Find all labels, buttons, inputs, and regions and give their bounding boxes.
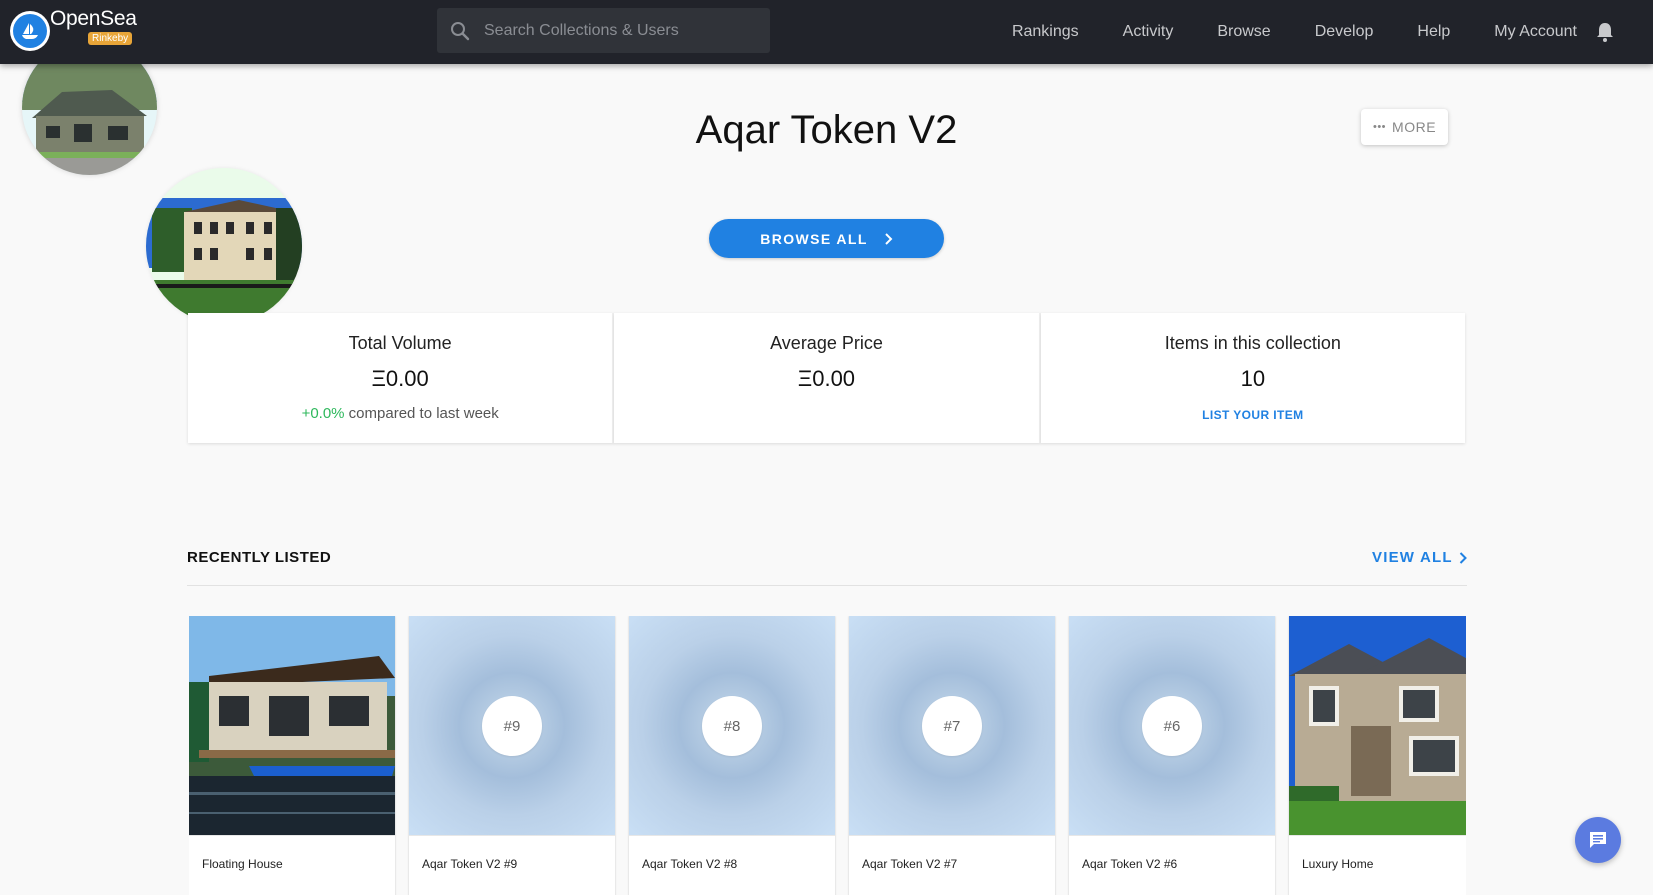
list-your-item-link[interactable]: LIST YOUR ITEM	[1041, 408, 1465, 422]
token-number-badge: #7	[922, 696, 982, 756]
collection-stats: Total Volume Ξ0.00 +0.0% compared to las…	[188, 313, 1465, 443]
stat-value: 10	[1240, 366, 1266, 391]
stat-average-price: Average Price Ξ0.00	[614, 313, 1041, 443]
view-all-link[interactable]: VIEW ALL	[1372, 549, 1467, 566]
network-badge: Rinkeby	[88, 32, 133, 45]
browse-all-label: BROWSE ALL	[760, 230, 868, 247]
section-divider	[187, 585, 1467, 586]
logo[interactable]	[10, 11, 50, 51]
asset-card[interactable]: #8 Aqar Token V2 #8	[629, 616, 835, 895]
recently-listed-cards: Floating House #9 Aqar Token V2 #9 #8 Aq…	[189, 616, 1466, 895]
asset-card[interactable]: Floating House	[189, 616, 395, 895]
recently-listed-heading: RECENTLY LISTED	[187, 549, 332, 566]
stat-label: Average Price	[770, 333, 883, 353]
stat-change-percent: +0.0%	[301, 405, 345, 422]
asset-placeholder-image: #7	[849, 616, 1055, 835]
stat-label: Total Volume	[348, 333, 452, 353]
opensea-logo-icon[interactable]	[10, 11, 50, 51]
more-button-label: MORE	[1392, 119, 1437, 135]
token-number-badge: #6	[1142, 696, 1202, 756]
asset-title: Aqar Token V2 #9	[409, 835, 615, 871]
asset-title: Aqar Token V2 #7	[849, 835, 1055, 871]
asset-placeholder-image: #6	[1069, 616, 1275, 835]
stat-label: Items in this collection	[1164, 333, 1341, 353]
search-bar[interactable]	[437, 8, 770, 53]
more-button[interactable]: ••• MORE	[1361, 109, 1448, 145]
more-dots-icon: •••	[1372, 121, 1387, 133]
view-all-label: VIEW ALL	[1372, 549, 1453, 566]
search-input[interactable]	[484, 21, 744, 40]
stat-value: Ξ0.00	[797, 366, 856, 391]
featured-property-image-2	[146, 168, 302, 324]
stat-total-volume: Total Volume Ξ0.00 +0.0% compared to las…	[188, 313, 615, 443]
asset-placeholder-image: #9	[409, 616, 615, 835]
asset-title: Floating House	[189, 835, 395, 871]
token-number-badge: #9	[482, 696, 542, 756]
nav-link-my-account[interactable]: My Account	[1494, 23, 1577, 41]
chevron-right-icon	[1459, 551, 1467, 564]
nav-links: Rankings Activity Browse Develop Help My…	[968, 0, 1653, 64]
stat-change-text: compared to last week	[344, 405, 499, 422]
brand-name[interactable]: OpenSea	[50, 7, 137, 31]
asset-title: Aqar Token V2 #8	[629, 835, 835, 871]
chat-support-button[interactable]	[1575, 817, 1621, 863]
luxury-house-photo	[1289, 616, 1466, 835]
stat-items-count: Items in this collection 10 LIST YOUR IT…	[1040, 313, 1465, 443]
token-number-badge: #8	[702, 696, 762, 756]
top-navbar: OpenSea Rinkeby Rankings Activity Browse…	[0, 0, 1653, 64]
chat-icon	[1590, 832, 1606, 848]
search-icon	[451, 21, 470, 40]
nav-link-activity[interactable]: Activity	[1123, 23, 1174, 41]
nav-link-rankings[interactable]: Rankings	[1012, 23, 1079, 41]
asset-title: Aqar Token V2 #6	[1069, 835, 1275, 871]
chevron-right-icon	[885, 232, 893, 245]
asset-card[interactable]: #6 Aqar Token V2 #6	[1069, 616, 1275, 895]
asset-card[interactable]: #9 Aqar Token V2 #9	[409, 616, 615, 895]
nav-link-browse[interactable]: Browse	[1217, 23, 1270, 41]
asset-card[interactable]: Luxury Home	[1289, 616, 1466, 895]
houseboat-photo	[189, 616, 395, 835]
stat-value: Ξ0.00	[371, 366, 429, 391]
stat-change: +0.0% compared to last week	[188, 405, 612, 422]
asset-placeholder-image: #8	[629, 616, 835, 835]
nav-link-help[interactable]: Help	[1417, 23, 1450, 41]
nav-link-develop[interactable]: Develop	[1315, 23, 1374, 41]
asset-card[interactable]: #7 Aqar Token V2 #7	[849, 616, 1055, 895]
asset-title: Luxury Home	[1289, 835, 1466, 871]
notification-bell-icon[interactable]	[1595, 21, 1615, 43]
browse-all-button[interactable]: BROWSE ALL	[709, 219, 944, 258]
